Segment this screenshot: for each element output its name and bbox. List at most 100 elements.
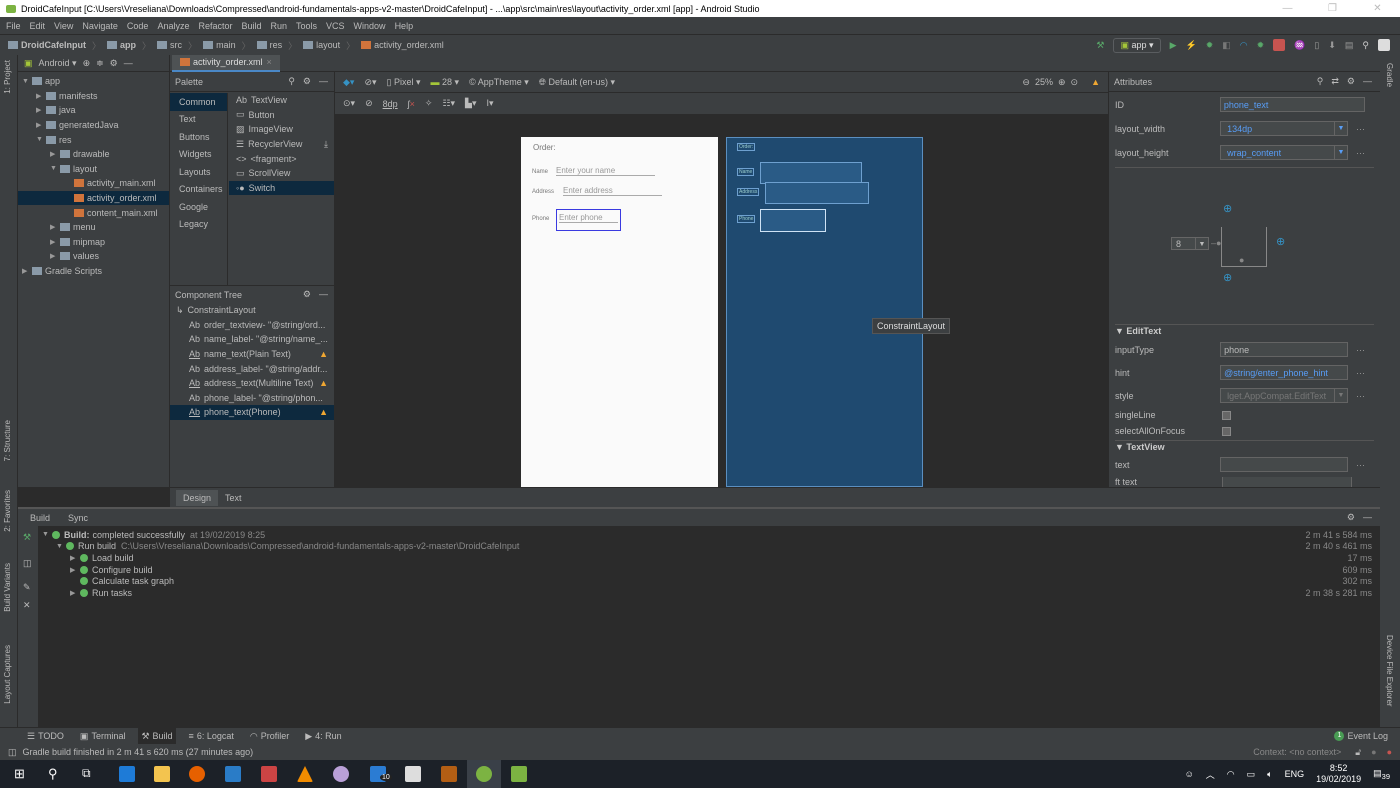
project-tree-item[interactable]: activity_main.xml (18, 176, 169, 191)
text-input[interactable] (1220, 457, 1348, 472)
task-view-icon[interactable]: ⧉ (82, 766, 91, 781)
tab-sync[interactable]: Sync (68, 513, 88, 523)
project-tree-item[interactable]: ▶ mipmap (18, 235, 169, 250)
component-tree-item[interactable]: Ab address_label- "@string/addr... (170, 361, 334, 376)
expand-arrow-icon[interactable]: ▶ (50, 223, 60, 231)
component-tree-item[interactable]: Ab phone_label- "@string/phon... (170, 391, 334, 406)
crumb-res[interactable]: res (256, 40, 282, 50)
edge-icon[interactable] (119, 766, 135, 782)
crumb-project[interactable]: DroidCafeInput (8, 40, 86, 50)
tool-window-build[interactable]: ⚒ Build (138, 727, 176, 745)
more-button[interactable]: ··· (1356, 460, 1365, 470)
show-hidden-icon[interactable]: ︿ (1206, 768, 1215, 781)
firefox-icon[interactable] (189, 766, 205, 782)
project-tree-item[interactable]: ▶ menu (18, 220, 169, 235)
collapse-icon[interactable]: ≑ (96, 58, 104, 69)
edittext-section[interactable]: ▼ EditText (1115, 326, 1161, 336)
build-row[interactable]: ▶ Configure build 609 ms (42, 564, 1372, 576)
autoconnect-icon[interactable]: ⊘ (365, 98, 373, 109)
default-margin[interactable]: 8dp (383, 99, 398, 109)
blueprint-view[interactable]: Order: Name Address Phone (726, 137, 923, 487)
add-top-constraint-icon[interactable]: ⊕ (1223, 202, 1232, 215)
apply-changes-icon[interactable]: ⚡ (1185, 40, 1196, 51)
hide-icon[interactable]: — (1363, 512, 1372, 523)
close-tab-icon[interactable]: × (267, 57, 272, 67)
style-select[interactable]: lget.AppCompat.EditText ▼ (1220, 388, 1348, 403)
expand-arrow-icon[interactable]: ▶ (36, 92, 46, 100)
notifications-icon[interactable]: ▤39 (1373, 768, 1390, 781)
ftext-input[interactable] (1222, 477, 1352, 487)
expand-arrow-icon[interactable]: ▼ (56, 543, 66, 550)
palette-category[interactable]: Widgets (170, 146, 227, 164)
bp-address-label[interactable]: Address (737, 188, 760, 196)
component-tree-item[interactable]: Ab name_text(Plain Text) ▲ (170, 347, 334, 362)
gradle-tool-tab[interactable]: Gradle (1385, 63, 1394, 87)
emulator-icon[interactable] (511, 766, 527, 782)
warning-icon[interactable]: ▲ (319, 407, 328, 417)
hide-icon[interactable]: — (124, 58, 133, 68)
app-icon[interactable] (405, 766, 421, 782)
debug-attach-icon[interactable]: ✹ (1257, 40, 1265, 51)
expand-arrow-icon[interactable]: ▶ (22, 267, 32, 275)
bp-phone-label[interactable]: Phone (737, 215, 756, 223)
device-explorer-tool-tab[interactable]: Device File Explorer (1385, 635, 1394, 707)
lock-icon[interactable]: 🔓︎ (1355, 747, 1361, 758)
download-icon[interactable]: ⤓ (324, 139, 328, 150)
bp-address-field[interactable] (765, 182, 869, 204)
windows-start-icon[interactable]: ⊞ (14, 766, 25, 782)
bp-name-field[interactable] (760, 162, 862, 184)
name-label[interactable]: Name (532, 169, 548, 175)
locale-select[interactable]: 🌐︎ Default (en-us) ▾ (539, 77, 615, 88)
palette-category[interactable]: Containers (170, 181, 227, 199)
crumb-app[interactable]: app (107, 40, 136, 50)
api-select[interactable]: ▬ 28 ▾ (431, 77, 460, 88)
design-mode-icon[interactable]: ◆▾ (343, 77, 354, 88)
clear-constraints-icon[interactable]: ʃ× (408, 99, 415, 109)
tool-window-todo[interactable]: ☰ TODO (24, 728, 67, 745)
layout-captures-tool-tab[interactable]: Layout Captures (3, 645, 12, 704)
margin-select[interactable]: 8 ▼ (1171, 237, 1209, 250)
more-button[interactable]: ··· (1356, 124, 1365, 134)
menu-view[interactable]: View (54, 21, 73, 31)
single-line-checkbox[interactable] (1222, 410, 1231, 420)
maximize-button[interactable]: ❐ (1310, 0, 1355, 17)
add-bottom-constraint-icon[interactable]: ⊕ (1223, 271, 1232, 284)
search-icon[interactable]: ⚲ (1317, 76, 1324, 87)
bp-order[interactable]: Order: (737, 143, 756, 151)
inspector-icon[interactable]: ● (1371, 747, 1376, 757)
palette-item[interactable]: Ab TextView (229, 93, 334, 108)
expand-arrow-icon[interactable]: ▼ (22, 78, 32, 85)
structure-tool-tab[interactable]: 7: Structure (3, 420, 12, 461)
menu-run[interactable]: Run (271, 21, 288, 31)
order-textview[interactable]: Order: (533, 143, 556, 152)
left-constraint-handle[interactable]: –● (1211, 238, 1221, 248)
android-studio-taskbar-icon[interactable] (476, 766, 492, 782)
project-tree-item[interactable]: ▶ generatedJava (18, 118, 169, 133)
menu-vcs[interactable]: VCS (326, 21, 345, 31)
zoom-fit-icon[interactable]: ⊙ (1071, 77, 1079, 88)
pin-icon[interactable]: ✎ (23, 582, 31, 593)
attach-debugger-icon[interactable]: ◧ (1222, 40, 1231, 51)
palette-item[interactable]: ☰ RecyclerView ⤓ (229, 137, 334, 152)
crumb-layout[interactable]: layout (303, 40, 340, 50)
event-log-button[interactable]: 1 Event Log (1334, 731, 1400, 741)
debug-icon[interactable]: ✹ (1206, 40, 1214, 51)
menu-navigate[interactable]: Navigate (82, 21, 118, 31)
project-tree-item[interactable]: content_main.xml (18, 205, 169, 220)
more-button[interactable]: ··· (1356, 391, 1365, 401)
palette-category[interactable]: Common (170, 93, 227, 111)
tool-window-terminal[interactable]: ▣ Terminal (77, 728, 129, 745)
project-tree-item[interactable]: activity_order.xml (18, 190, 169, 206)
project-tree-item[interactable]: ▶ drawable (18, 147, 169, 162)
menu-analyze[interactable]: Analyze (157, 21, 189, 31)
hammer-icon[interactable]: ⚒ (23, 532, 31, 543)
gear-icon[interactable]: ⚙ (1347, 76, 1355, 87)
warning-icon[interactable]: ▲ (1091, 77, 1100, 87)
zoom-in-icon[interactable]: ⊕ (1058, 77, 1066, 88)
search-icon[interactable]: ⚲ (1362, 40, 1369, 51)
project-tree-item[interactable]: ▶ Gradle Scripts (18, 264, 169, 279)
tool-window-logcat[interactable]: ≡ 6: Logcat (186, 728, 237, 745)
id-input[interactable]: phone_text (1219, 97, 1365, 112)
project-tree-item[interactable]: ▶ values (18, 249, 169, 264)
palette-category[interactable]: Google (170, 198, 227, 216)
